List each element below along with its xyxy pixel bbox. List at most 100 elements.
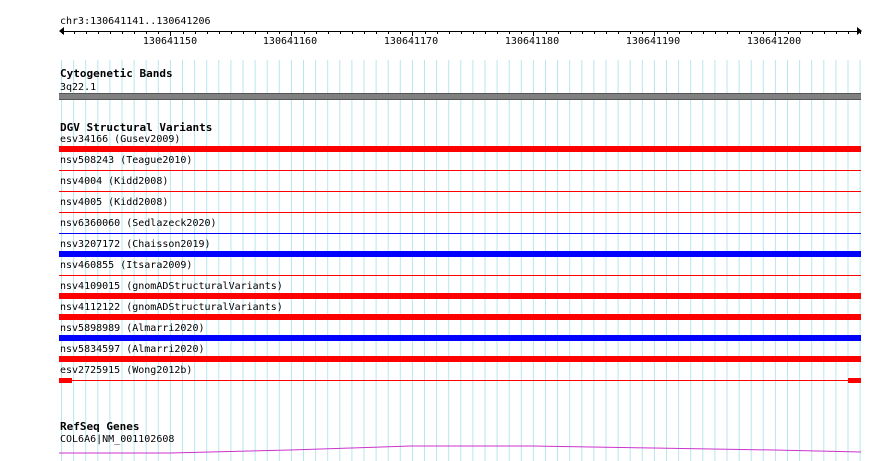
ruler-minor-tick [110,31,111,34]
ruler-minor-tick [183,31,184,34]
cytoband-track-title: Cytogenetic Bands [60,67,173,80]
ruler-minor-tick [606,31,607,34]
dgv-feature-label[interactable]: esv34166 (Gusev2009) [60,134,180,145]
ruler-tick-label: 130641150 [142,36,198,47]
ruler-minor-tick [146,31,147,34]
dgv-feature-bar[interactable] [59,356,861,362]
dgv-feature-line[interactable] [59,275,861,276]
dgv-feature-label[interactable]: nsv460855 (Itsara2009) [60,260,192,271]
dgv-feature-label[interactable]: nsv6360060 (Sedlazeck2020) [60,218,217,229]
dgv-feature-bar[interactable] [59,146,861,152]
ruler-minor-tick [207,31,208,34]
dgv-feature-line[interactable] [59,191,861,192]
ruler-minor-tick [521,31,522,34]
ruler-minor-tick [570,31,571,34]
refseq-gene-line[interactable] [0,440,890,461]
ruler-minor-tick [848,31,849,34]
ruler-minor-tick [437,31,438,34]
dgv-feature-end-block[interactable] [59,378,72,383]
ruler-minor-tick [340,31,341,34]
dgv-feature-end-block[interactable] [848,378,861,383]
ruler-minor-tick [195,31,196,34]
dgv-feature-label[interactable]: esv2725915 (Wong2012b) [60,365,192,376]
ruler-minor-tick [558,31,559,34]
ruler-minor-tick [279,31,280,34]
dgv-feature-label[interactable]: nsv5834597 (Almarri2020) [60,344,205,355]
ruler-minor-tick [473,31,474,34]
dgv-feature-bar[interactable] [59,335,861,341]
ruler-minor-tick [812,31,813,34]
ruler-minor-tick [703,31,704,34]
ruler-minor-tick [860,31,861,34]
ruler-minor-tick [62,31,63,34]
ruler-minor-tick [243,31,244,34]
ruler-minor-tick [836,31,837,34]
ruler-minor-tick [618,31,619,34]
ruler-minor-tick [219,31,220,34]
ruler-minor-tick [461,31,462,34]
dgv-feature-label[interactable]: nsv4112122 (gnomADStructuralVariants) [60,302,283,313]
ruler-minor-tick [304,31,305,34]
ruler-minor-tick [376,31,377,34]
ruler-minor-tick [74,31,75,34]
cytoband-bar[interactable] [59,93,861,100]
ruler-minor-tick [388,31,389,34]
ruler-tick-label: 130641180 [504,36,560,47]
ruler-minor-tick [231,31,232,34]
cytoband-label: 3q22.1 [60,82,97,93]
dgv-feature-label[interactable]: nsv508243 (Teague2010) [60,155,192,166]
ruler-minor-tick [352,31,353,34]
ruler-minor-tick [158,31,159,34]
ruler-minor-tick [267,31,268,34]
dgv-feature-label[interactable]: nsv4109015 (gnomADStructuralVariants) [60,281,283,292]
ruler-minor-tick [255,31,256,34]
ruler-minor-tick [788,31,789,34]
ruler-minor-tick [630,31,631,34]
ruler-minor-tick [98,31,99,34]
dgv-feature-label[interactable]: nsv4005 (Kidd2008) [60,197,168,208]
ruler-minor-tick [727,31,728,34]
ruler-tick-label: 130641190 [625,36,681,47]
ruler-minor-tick [691,31,692,34]
ruler-minor-tick [86,31,87,34]
ruler-tick-label: 130641170 [383,36,439,47]
dgv-feature-line[interactable] [59,233,861,234]
region-coordinates: chr3:130641141..130641206 [60,16,211,27]
ruler-tick-label: 130641200 [746,36,802,47]
dgv-feature-label[interactable]: nsv4004 (Kidd2008) [60,176,168,187]
dgv-feature-label[interactable]: nsv3207172 (Chaisson2019) [60,239,211,250]
ruler-minor-tick [328,31,329,34]
ruler-minor-tick [546,31,547,34]
ruler-minor-tick [800,31,801,34]
ruler-minor-tick [679,31,680,34]
ruler-minor-tick [824,31,825,34]
ruler-minor-tick [497,31,498,34]
ruler-minor-tick [763,31,764,34]
dgv-feature-bar[interactable] [59,251,861,257]
ruler-minor-tick [642,31,643,34]
ruler-minor-tick [509,31,510,34]
ruler-minor-tick [449,31,450,34]
dgv-feature-line[interactable] [59,170,861,171]
ruler-minor-tick [667,31,668,34]
ruler-minor-tick [751,31,752,34]
ruler-minor-tick [715,31,716,34]
ruler-minor-tick [594,31,595,34]
refseq-track-title: RefSeq Genes [60,420,140,433]
dgv-track-title: DGV Structural Variants [60,121,213,134]
ruler-tick-label: 130641160 [262,36,318,47]
dgv-feature-line[interactable] [59,212,861,213]
ruler-minor-tick [582,31,583,34]
ruler-minor-tick [122,31,123,34]
ruler-minor-tick [400,31,401,34]
dgv-feature-label[interactable]: nsv5898989 (Almarri2020) [60,323,205,334]
ruler-minor-tick [316,31,317,34]
ruler-minor-tick [739,31,740,34]
ruler-minor-tick [425,31,426,34]
ruler-minor-tick [134,31,135,34]
dgv-feature-bar[interactable] [59,314,861,320]
ruler-minor-tick [485,31,486,34]
dgv-feature-bar[interactable] [59,293,861,299]
ruler-minor-tick [364,31,365,34]
dgv-feature-bar[interactable] [59,380,861,381]
